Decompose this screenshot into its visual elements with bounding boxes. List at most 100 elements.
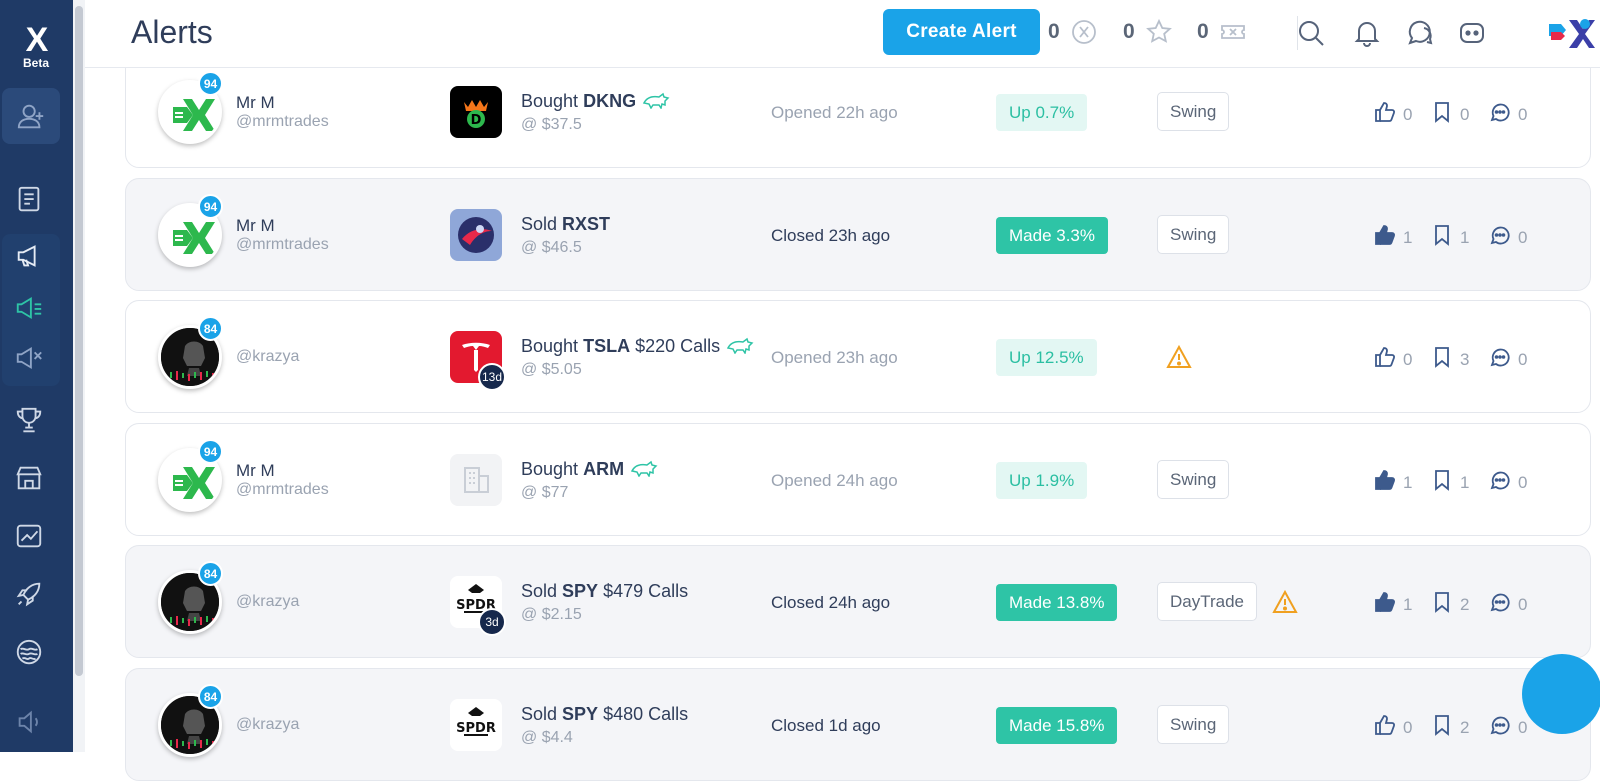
ticker-logo[interactable]: SPDR [450, 699, 502, 751]
trade-status: Opened 23h ago [771, 348, 898, 367]
bookmark-button[interactable]: 0 [1430, 100, 1469, 129]
trader-handle[interactable]: @krazya [236, 593, 299, 611]
trade-ticker: ARM [583, 459, 625, 479]
bookmark-button[interactable]: 1 [1430, 468, 1469, 497]
ticker-logo[interactable] [450, 209, 502, 261]
bookmark-icon [1430, 345, 1454, 374]
alert-card[interactable]: 94 Mr M @mrmtrades D Bought DKNG @ $37.5 Opene… [125, 55, 1591, 168]
store-icon[interactable] [0, 450, 58, 506]
bell-icon[interactable] [1350, 16, 1384, 50]
sidebar-scrollbar[interactable] [73, 0, 85, 752]
bookmark-button[interactable]: 2 [1430, 590, 1469, 619]
comment-button[interactable]: 0 [1488, 468, 1527, 497]
trade-summary[interactable]: Sold SPY $479 Calls [521, 581, 688, 602]
bookmark-button[interactable]: 2 [1430, 713, 1469, 742]
x-coin-stat[interactable]: 0 [1048, 18, 1098, 46]
strategy-tag[interactable]: Swing [1157, 92, 1230, 131]
comment-button[interactable]: 0 [1488, 100, 1527, 129]
megaphone-off-icon[interactable] [0, 330, 58, 386]
star-stat[interactable]: 0 [1123, 18, 1173, 46]
user-avatar[interactable] [1545, 12, 1595, 54]
trader-handle[interactable]: @mrmtrades [236, 236, 329, 254]
performance-badge: Up 1.9% [996, 462, 1088, 499]
comment-button[interactable]: 0 [1488, 590, 1527, 619]
trader-handle[interactable]: @mrmtrades [236, 481, 329, 499]
comment-icon [1488, 223, 1512, 252]
trader-name[interactable]: Mr M [236, 461, 275, 481]
volume-icon[interactable] [0, 694, 58, 750]
chat-launcher-button[interactable] [1522, 654, 1600, 734]
trader-score-badge: 84 [198, 561, 223, 586]
comment-button[interactable]: 0 [1488, 713, 1527, 742]
like-button[interactable]: 0 [1373, 100, 1412, 129]
comment-button[interactable]: 0 [1488, 345, 1527, 374]
like-button[interactable]: 1 [1373, 468, 1412, 497]
page-title: Alerts [131, 14, 213, 50]
thumbs-up-icon [1373, 100, 1397, 129]
trader-handle[interactable]: @krazya [236, 716, 299, 734]
trader-handle[interactable]: @mrmtrades [236, 113, 329, 131]
chat-bubbles-icon[interactable] [1403, 16, 1437, 50]
days-to-expiry-badge: 13d [478, 363, 506, 391]
trader-score-badge: 94 [198, 194, 223, 219]
comment-button[interactable]: 0 [1488, 223, 1527, 252]
alert-card[interactable]: 94 Mr M @mrmtrades Bought ARM @ $77 Opened 24… [125, 423, 1591, 536]
like-button[interactable]: 0 [1373, 713, 1412, 742]
like-button[interactable]: 1 [1373, 223, 1412, 252]
strategy-tag[interactable]: Swing [1157, 460, 1230, 499]
warning-icon[interactable] [1272, 589, 1298, 615]
trade-option: $480 Calls [603, 704, 689, 724]
trader-score-badge: 94 [198, 439, 223, 464]
ticker-logo[interactable] [450, 454, 502, 506]
ticket-stat[interactable]: 0 [1197, 18, 1247, 46]
rocket-icon[interactable] [0, 566, 58, 622]
strategy-tag[interactable]: Swing [1157, 215, 1230, 254]
ticker-logo[interactable]: D [450, 86, 502, 138]
add-user-icon[interactable] [2, 88, 60, 144]
journal-icon[interactable] [0, 171, 58, 227]
trophy-icon[interactable] [0, 392, 58, 448]
trade-summary[interactable]: Bought DKNG [521, 91, 670, 112]
alert-card[interactable]: 84 @krazya SPDR Sold SPY $480 Calls @ $4.4 Cl… [125, 668, 1591, 781]
entry-price: @ $37.5 [521, 116, 582, 133]
megaphone-icon[interactable] [0, 228, 58, 284]
svg-text:D: D [471, 113, 482, 128]
trade-ticker: RXST [562, 214, 611, 234]
bookmark-count: 0 [1460, 104, 1470, 124]
trader-name[interactable]: Mr M [236, 216, 275, 236]
like-button[interactable]: 0 [1373, 345, 1412, 374]
bookmark-icon [1430, 713, 1454, 742]
strategy-tag[interactable]: DayTrade [1157, 582, 1258, 621]
bookmark-count: 2 [1460, 594, 1470, 614]
scrollbar-thumb[interactable] [75, 6, 83, 676]
trade-action: Bought [521, 336, 579, 356]
bookmark-count: 3 [1460, 349, 1470, 369]
comment-icon [1488, 713, 1512, 742]
trader-score-badge: 94 [198, 71, 223, 96]
strategy-tag[interactable]: Swing [1157, 705, 1230, 744]
comment-count: 0 [1518, 227, 1528, 247]
chart-icon[interactable] [0, 508, 58, 564]
trade-summary[interactable]: Sold RXST [521, 214, 610, 235]
trade-summary[interactable]: Sold SPY $480 Calls [521, 704, 688, 725]
alert-card[interactable]: 94 Mr M @mrmtrades Sold RXST @ $46.5 Closed 2… [125, 178, 1591, 291]
like-count: 1 [1403, 227, 1413, 247]
megaphone-list-icon[interactable] [0, 280, 58, 336]
trader-name[interactable]: Mr M [236, 93, 275, 113]
app-logo[interactable]: X Beta [6, 23, 66, 70]
search-icon[interactable] [1294, 16, 1328, 50]
bookmark-button[interactable]: 3 [1430, 345, 1469, 374]
alert-card[interactable]: 84 @krazya 13d Bought TSLA $220 Calls @ $5.0… [125, 300, 1591, 413]
waves-icon[interactable] [0, 624, 58, 680]
warning-icon[interactable] [1166, 344, 1192, 370]
discord-icon[interactable] [1455, 16, 1489, 50]
like-button[interactable]: 1 [1373, 590, 1412, 619]
create-alert-button[interactable]: Create Alert [883, 9, 1040, 55]
thumbs-up-icon [1373, 590, 1397, 619]
bookmark-button[interactable]: 1 [1430, 223, 1469, 252]
thumbs-up-icon [1373, 468, 1397, 497]
trade-summary[interactable]: Bought TSLA $220 Calls [521, 336, 754, 357]
trader-handle[interactable]: @krazya [236, 348, 299, 366]
alert-card[interactable]: 84 @krazya SPDR 3d Sold SPY $479 Calls @ $2.1… [125, 545, 1591, 658]
trade-summary[interactable]: Bought ARM [521, 459, 658, 480]
